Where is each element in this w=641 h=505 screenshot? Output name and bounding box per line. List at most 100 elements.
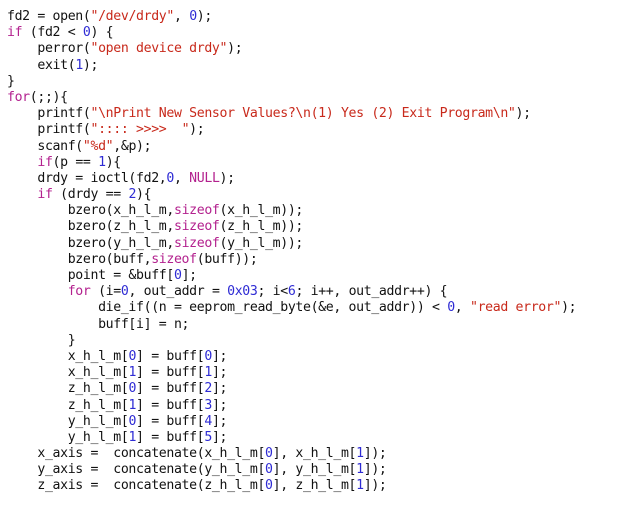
code-token: ){ bbox=[136, 187, 152, 203]
code-token: ); bbox=[227, 41, 243, 57]
code-token: } bbox=[7, 73, 15, 89]
code-token: 2 bbox=[204, 381, 212, 397]
code-line: point = &buff[0]; bbox=[7, 268, 637, 284]
code-token: if bbox=[7, 25, 23, 41]
code-token: x_h_l_m[ bbox=[7, 348, 129, 364]
code-token: 1 bbox=[128, 397, 137, 413]
code-token: 0 bbox=[265, 446, 273, 462]
code-line: fd2 = open("/dev/drdy", 0); bbox=[7, 9, 637, 25]
code-token: (i= bbox=[90, 284, 121, 300]
code-line: drdy = ioctl(fd2,0, NULL); bbox=[7, 171, 637, 187]
code-line: z_h_l_m[1] = buff[3]; bbox=[7, 398, 637, 414]
code-line: perror("open device drdy"); bbox=[7, 41, 637, 57]
code-token: ; i< bbox=[257, 284, 288, 300]
code-token: 0 bbox=[82, 25, 91, 41]
code-line: printf(":::: >>>> "); bbox=[7, 122, 637, 138]
code-line: y_h_l_m[0] = buff[4]; bbox=[7, 414, 637, 430]
code-token: buff[i] = n; bbox=[7, 316, 190, 332]
code-token: for bbox=[67, 284, 91, 300]
code-token: 1 bbox=[204, 365, 212, 381]
code-token: die_if((n = eeprom_read_byte(&e, out_add… bbox=[7, 300, 448, 316]
code-token: point = &buff[ bbox=[7, 268, 175, 283]
code-token: sizeof bbox=[173, 219, 220, 235]
code-line: z_axis = concatenate(z_h_l_m[0], z_h_l_m… bbox=[7, 478, 637, 494]
code-token: sizeof bbox=[151, 251, 197, 267]
code-token: 5 bbox=[204, 429, 212, 445]
code-token: ]; bbox=[211, 397, 228, 413]
code-line: for(;;){ bbox=[7, 90, 637, 106]
code-token: z_h_l_m[ bbox=[7, 381, 129, 397]
code-token: ] = buff[ bbox=[136, 381, 205, 397]
code-token: ], x_h_l_m[ bbox=[272, 446, 357, 462]
code-token: ]; bbox=[211, 348, 228, 364]
code-line: x_h_l_m[0] = buff[0]; bbox=[7, 349, 637, 365]
code-token: printf( bbox=[7, 106, 91, 122]
code-token: (buff)); bbox=[196, 251, 258, 267]
code-token: 1 bbox=[356, 462, 364, 478]
code-line: y_h_l_m[1] = buff[5]; bbox=[7, 430, 637, 446]
code-token: sizeof bbox=[173, 235, 220, 251]
code-token: y_h_l_m[ bbox=[7, 429, 129, 445]
code-line: scanf("%d",&p); bbox=[7, 139, 637, 155]
code-token: 0 bbox=[173, 268, 182, 283]
code-token: ,&p); bbox=[113, 138, 152, 154]
code-token: 1 bbox=[128, 365, 137, 381]
code-token: ":::: >>>> " bbox=[90, 122, 190, 138]
code-token: ); bbox=[561, 300, 577, 316]
code-token: ]; bbox=[211, 429, 228, 445]
code-token: sizeof bbox=[173, 203, 220, 219]
code-token: 1 bbox=[356, 478, 364, 494]
code-token: "%d" bbox=[82, 138, 114, 154]
code-token: (fd2 < bbox=[22, 25, 83, 41]
code-token: if bbox=[37, 187, 53, 203]
code-token: exit( bbox=[7, 57, 76, 73]
code-line: } bbox=[7, 74, 637, 90]
code-line: die_if((n = eeprom_read_byte(&e, out_add… bbox=[7, 300, 637, 316]
code-line: for (i=0, out_addr = 0x03; i<6; i++, out… bbox=[7, 284, 637, 300]
code-token: ]; bbox=[211, 381, 228, 397]
code-token: ); bbox=[515, 106, 532, 122]
code-token: (drdy == bbox=[52, 187, 129, 203]
code-token: x_h_l_m[ bbox=[7, 365, 129, 381]
code-token: ] = buff[ bbox=[136, 348, 205, 364]
code-token: ]); bbox=[363, 478, 387, 494]
code-token: bzero(buff, bbox=[7, 251, 152, 267]
code-token: 3 bbox=[204, 397, 212, 413]
code-token: } bbox=[7, 332, 76, 348]
code-token: 0 bbox=[128, 381, 137, 397]
code-editor-view[interactable]: fd2 = open("/dev/drdy", 0); if (fd2 < 0) … bbox=[7, 9, 637, 499]
code-token: ]; bbox=[181, 268, 198, 283]
code-line: printf("\nPrint New Sensor Values?\n(1) … bbox=[7, 106, 637, 122]
code-token: , bbox=[174, 9, 190, 24]
code-line: exit(1); bbox=[7, 58, 637, 74]
code-token: printf( bbox=[7, 122, 91, 138]
code-token: ) { bbox=[90, 25, 114, 41]
code-token: 0 bbox=[265, 462, 273, 478]
code-token: ], y_h_l_m[ bbox=[272, 462, 357, 478]
code-line: } bbox=[7, 333, 637, 349]
code-token: ] = buff[ bbox=[136, 429, 205, 445]
code-token: "read error" bbox=[469, 300, 562, 316]
code-line: bzero(buff,sizeof(buff)); bbox=[7, 252, 637, 268]
code-token: "open device drdy" bbox=[90, 41, 228, 57]
code-token: ; i++, out_addr++) { bbox=[295, 284, 448, 300]
code-token: y_axis = concatenate(y_h_l_m[ bbox=[7, 462, 266, 478]
code-token: , out_addr = bbox=[128, 284, 228, 300]
code-token: 2 bbox=[128, 187, 137, 203]
code-token: (p == bbox=[52, 154, 99, 170]
code-token: fd2 = open( bbox=[7, 9, 91, 24]
code-token: ]; bbox=[211, 365, 228, 381]
code-token: 1 bbox=[75, 57, 83, 73]
code-token: scanf( bbox=[7, 138, 83, 154]
code-token: ]; bbox=[211, 413, 228, 429]
code-token: ); bbox=[82, 57, 99, 73]
code-token: ] = buff[ bbox=[136, 413, 205, 429]
code-token: bzero(x_h_l_m, bbox=[7, 203, 175, 219]
code-token: 0 bbox=[166, 170, 174, 186]
code-token: 0 bbox=[204, 348, 212, 364]
code-token: 1 bbox=[128, 429, 137, 445]
code-token: 4 bbox=[204, 413, 212, 429]
